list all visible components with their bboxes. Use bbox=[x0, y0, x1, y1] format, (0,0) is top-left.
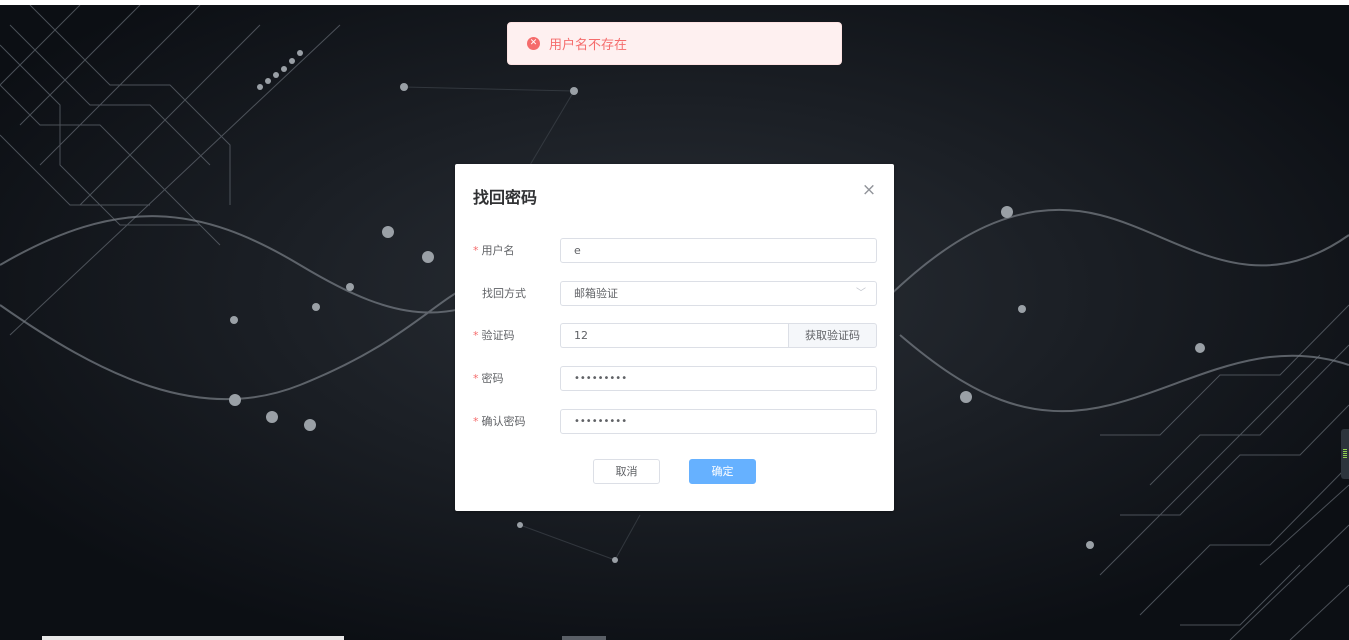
method-label: 找回方式 bbox=[482, 287, 526, 300]
dialog-title: 找回密码 bbox=[473, 188, 538, 207]
username-label: * 用户名 bbox=[473, 244, 515, 257]
bottom-indicator bbox=[562, 636, 606, 640]
password-label: * 密码 bbox=[473, 372, 504, 385]
confirm-password-input[interactable]: ••••••••• bbox=[560, 409, 877, 434]
password-row: * 密码 ••••••••• bbox=[455, 366, 894, 391]
confirm-row: * 确认密码 ••••••••• bbox=[455, 409, 894, 434]
code-row: * 验证码 12 获取验证码 bbox=[455, 323, 894, 348]
method-select-value: 邮箱验证 bbox=[574, 287, 618, 300]
username-row: * 用户名 e bbox=[455, 238, 894, 263]
error-circle-icon: ✕ bbox=[527, 37, 540, 50]
code-label: * 验证码 bbox=[473, 329, 515, 342]
password-input[interactable]: ••••••••• bbox=[560, 366, 877, 391]
verification-code-input[interactable]: 12 bbox=[560, 323, 789, 348]
chevron-down-icon: ﹀ bbox=[856, 288, 866, 299]
handle-grip-line bbox=[1343, 449, 1347, 450]
toast-message: 用户名不存在 bbox=[549, 38, 628, 53]
handle-grip-line bbox=[1343, 455, 1347, 456]
bottom-scrollbar[interactable] bbox=[42, 636, 344, 640]
handle-grip-line bbox=[1343, 457, 1347, 458]
method-row: 找回方式 邮箱验证 ﹀ bbox=[455, 281, 894, 306]
method-select[interactable]: 邮箱验证 ﹀ bbox=[560, 281, 877, 306]
username-input[interactable]: e bbox=[560, 238, 877, 263]
recover-password-dialog: 找回密码 × * 用户名 e 找回方式 邮箱验证 ﹀ * 验证码 12 获取验证码 … bbox=[455, 164, 894, 511]
close-icon[interactable]: × bbox=[860, 181, 878, 199]
confirm-button[interactable]: 确定 bbox=[689, 459, 756, 484]
confirm-password-label: * 确认密码 bbox=[473, 415, 526, 428]
side-panel-handle[interactable] bbox=[1341, 429, 1349, 479]
handle-grip-line bbox=[1343, 451, 1347, 452]
cancel-button[interactable]: 取消 bbox=[593, 459, 660, 484]
error-message-toast: ✕ 用户名不存在 bbox=[507, 22, 842, 65]
handle-grip-line bbox=[1343, 453, 1347, 454]
get-code-button[interactable]: 获取验证码 bbox=[788, 323, 877, 348]
